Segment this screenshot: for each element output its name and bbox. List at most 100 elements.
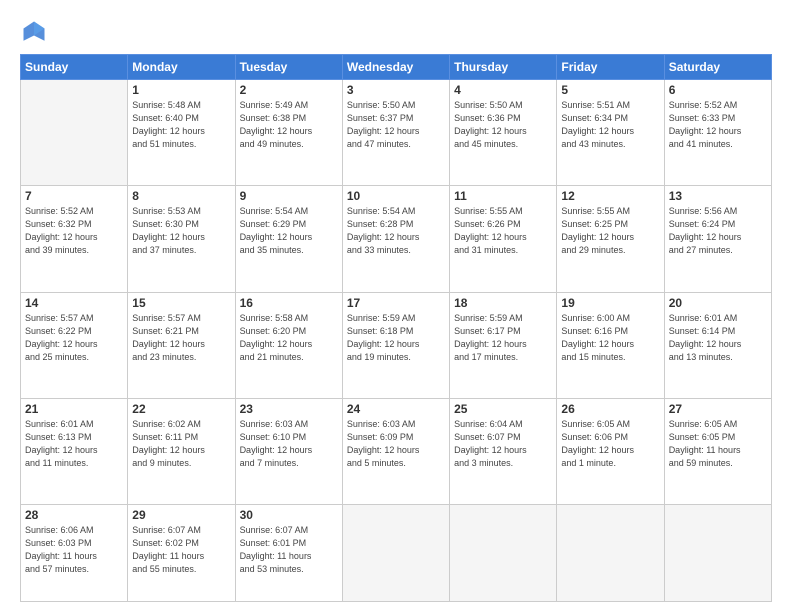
day-info: Sunrise: 5:48 AM Sunset: 6:40 PM Dayligh… (132, 99, 230, 151)
calendar-cell: 23 Sunrise: 6:03 AM Sunset: 6:10 PM Dayli… (235, 398, 342, 504)
calendar-cell: 19 Sunrise: 6:00 AM Sunset: 6:16 PM Dayli… (557, 292, 664, 398)
day-info: Sunrise: 6:00 AM Sunset: 6:16 PM Dayligh… (561, 312, 659, 364)
day-info: Sunrise: 5:58 AM Sunset: 6:20 PM Dayligh… (240, 312, 338, 364)
day-number: 11 (454, 189, 552, 203)
calendar-cell: 30 Sunrise: 6:07 AM Sunset: 6:01 PM Dayli… (235, 505, 342, 602)
day-number: 29 (132, 508, 230, 522)
day-info: Sunrise: 5:50 AM Sunset: 6:37 PM Dayligh… (347, 99, 445, 151)
calendar-cell: 16 Sunrise: 5:58 AM Sunset: 6:20 PM Dayli… (235, 292, 342, 398)
day-number: 14 (25, 296, 123, 310)
day-info: Sunrise: 6:07 AM Sunset: 6:01 PM Dayligh… (240, 524, 338, 576)
day-info: Sunrise: 6:04 AM Sunset: 6:07 PM Dayligh… (454, 418, 552, 470)
weekday-header: Saturday (664, 55, 771, 80)
weekday-header: Sunday (21, 55, 128, 80)
calendar-cell: 1 Sunrise: 5:48 AM Sunset: 6:40 PM Daylig… (128, 80, 235, 186)
day-number: 4 (454, 83, 552, 97)
calendar-cell: 12 Sunrise: 5:55 AM Sunset: 6:25 PM Dayli… (557, 186, 664, 292)
logo-icon (20, 18, 48, 46)
calendar-cell (557, 505, 664, 602)
day-number: 23 (240, 402, 338, 416)
weekday-header: Thursday (450, 55, 557, 80)
day-info: Sunrise: 5:54 AM Sunset: 6:29 PM Dayligh… (240, 205, 338, 257)
day-number: 3 (347, 83, 445, 97)
day-info: Sunrise: 6:06 AM Sunset: 6:03 PM Dayligh… (25, 524, 123, 576)
top-section (20, 18, 772, 46)
day-number: 25 (454, 402, 552, 416)
weekday-header: Wednesday (342, 55, 449, 80)
calendar-cell: 11 Sunrise: 5:55 AM Sunset: 6:26 PM Dayli… (450, 186, 557, 292)
day-number: 2 (240, 83, 338, 97)
calendar-cell: 15 Sunrise: 5:57 AM Sunset: 6:21 PM Dayli… (128, 292, 235, 398)
day-info: Sunrise: 5:49 AM Sunset: 6:38 PM Dayligh… (240, 99, 338, 151)
calendar-cell: 13 Sunrise: 5:56 AM Sunset: 6:24 PM Dayli… (664, 186, 771, 292)
day-number: 20 (669, 296, 767, 310)
calendar-week-row: 7Sunrise: 5:52 AM Sunset: 6:32 PM Daylig… (21, 186, 772, 292)
calendar-cell: 4 Sunrise: 5:50 AM Sunset: 6:36 PM Daylig… (450, 80, 557, 186)
day-number: 6 (669, 83, 767, 97)
day-number: 24 (347, 402, 445, 416)
calendar-cell: 27 Sunrise: 6:05 AM Sunset: 6:05 PM Dayli… (664, 398, 771, 504)
day-info: Sunrise: 5:55 AM Sunset: 6:26 PM Dayligh… (454, 205, 552, 257)
day-number: 10 (347, 189, 445, 203)
calendar-week-row: 21 Sunrise: 6:01 AM Sunset: 6:13 PM Dayli… (21, 398, 772, 504)
calendar-cell: 17 Sunrise: 5:59 AM Sunset: 6:18 PM Dayli… (342, 292, 449, 398)
calendar-cell: 21 Sunrise: 6:01 AM Sunset: 6:13 PM Dayli… (21, 398, 128, 504)
calendar-cell (664, 505, 771, 602)
day-number: 17 (347, 296, 445, 310)
day-number: 16 (240, 296, 338, 310)
weekday-header: Friday (557, 55, 664, 80)
day-number: 18 (454, 296, 552, 310)
calendar-cell: 5 Sunrise: 5:51 AM Sunset: 6:34 PM Daylig… (557, 80, 664, 186)
day-info: Sunrise: 5:59 AM Sunset: 6:18 PM Dayligh… (347, 312, 445, 364)
day-info: Sunrise: 5:50 AM Sunset: 6:36 PM Dayligh… (454, 99, 552, 151)
day-info: Sunrise: 6:02 AM Sunset: 6:11 PM Dayligh… (132, 418, 230, 470)
day-info: Sunrise: 6:03 AM Sunset: 6:09 PM Dayligh… (347, 418, 445, 470)
day-info: Sunrise: 6:01 AM Sunset: 6:14 PM Dayligh… (669, 312, 767, 364)
calendar-cell (21, 80, 128, 186)
page: SundayMondayTuesdayWednesdayThursdayFrid… (0, 0, 792, 612)
day-number: 1 (132, 83, 230, 97)
day-info: Sunrise: 5:53 AM Sunset: 6:30 PM Dayligh… (132, 205, 230, 257)
day-number: 21 (25, 402, 123, 416)
day-info: Sunrise: 5:57 AM Sunset: 6:21 PM Dayligh… (132, 312, 230, 364)
weekday-header: Tuesday (235, 55, 342, 80)
calendar-week-row: 14 Sunrise: 5:57 AM Sunset: 6:22 PM Dayli… (21, 292, 772, 398)
calendar-cell: 24 Sunrise: 6:03 AM Sunset: 6:09 PM Dayli… (342, 398, 449, 504)
day-info: Sunrise: 5:52 AM Sunset: 6:33 PM Dayligh… (669, 99, 767, 151)
day-info: Sunrise: 5:51 AM Sunset: 6:34 PM Dayligh… (561, 99, 659, 151)
calendar-header-row: SundayMondayTuesdayWednesdayThursdayFrid… (21, 55, 772, 80)
day-info: Sunrise: 5:55 AM Sunset: 6:25 PM Dayligh… (561, 205, 659, 257)
day-number: 8 (132, 189, 230, 203)
calendar-cell: 18 Sunrise: 5:59 AM Sunset: 6:17 PM Dayli… (450, 292, 557, 398)
day-info: Sunrise: 5:54 AM Sunset: 6:28 PM Dayligh… (347, 205, 445, 257)
calendar-cell: 26 Sunrise: 6:05 AM Sunset: 6:06 PM Dayli… (557, 398, 664, 504)
day-number: 13 (669, 189, 767, 203)
logo (20, 18, 52, 46)
day-number: 22 (132, 402, 230, 416)
day-number: 12 (561, 189, 659, 203)
day-info: Sunrise: 6:07 AM Sunset: 6:02 PM Dayligh… (132, 524, 230, 576)
weekday-header: Monday (128, 55, 235, 80)
day-info: Sunrise: 6:01 AM Sunset: 6:13 PM Dayligh… (25, 418, 123, 470)
day-number: 27 (669, 402, 767, 416)
day-info: Sunrise: 6:05 AM Sunset: 6:05 PM Dayligh… (669, 418, 767, 470)
day-info: Sunrise: 6:03 AM Sunset: 6:10 PM Dayligh… (240, 418, 338, 470)
calendar-cell: 2 Sunrise: 5:49 AM Sunset: 6:38 PM Daylig… (235, 80, 342, 186)
day-number: 30 (240, 508, 338, 522)
day-number: 19 (561, 296, 659, 310)
day-info: Sunrise: 5:57 AM Sunset: 6:22 PM Dayligh… (25, 312, 123, 364)
day-number: 9 (240, 189, 338, 203)
day-number: 5 (561, 83, 659, 97)
day-number: 28 (25, 508, 123, 522)
day-number: 7 (25, 189, 123, 203)
calendar-cell: 29 Sunrise: 6:07 AM Sunset: 6:02 PM Dayli… (128, 505, 235, 602)
day-number: 15 (132, 296, 230, 310)
calendar-cell (342, 505, 449, 602)
calendar-cell: 28 Sunrise: 6:06 AM Sunset: 6:03 PM Dayli… (21, 505, 128, 602)
day-number: 26 (561, 402, 659, 416)
calendar-week-row: 1 Sunrise: 5:48 AM Sunset: 6:40 PM Daylig… (21, 80, 772, 186)
day-info: Sunrise: 5:59 AM Sunset: 6:17 PM Dayligh… (454, 312, 552, 364)
calendar-cell: 25 Sunrise: 6:04 AM Sunset: 6:07 PM Dayli… (450, 398, 557, 504)
day-info: Sunrise: 6:05 AM Sunset: 6:06 PM Dayligh… (561, 418, 659, 470)
day-info: Sunrise: 5:56 AM Sunset: 6:24 PM Dayligh… (669, 205, 767, 257)
